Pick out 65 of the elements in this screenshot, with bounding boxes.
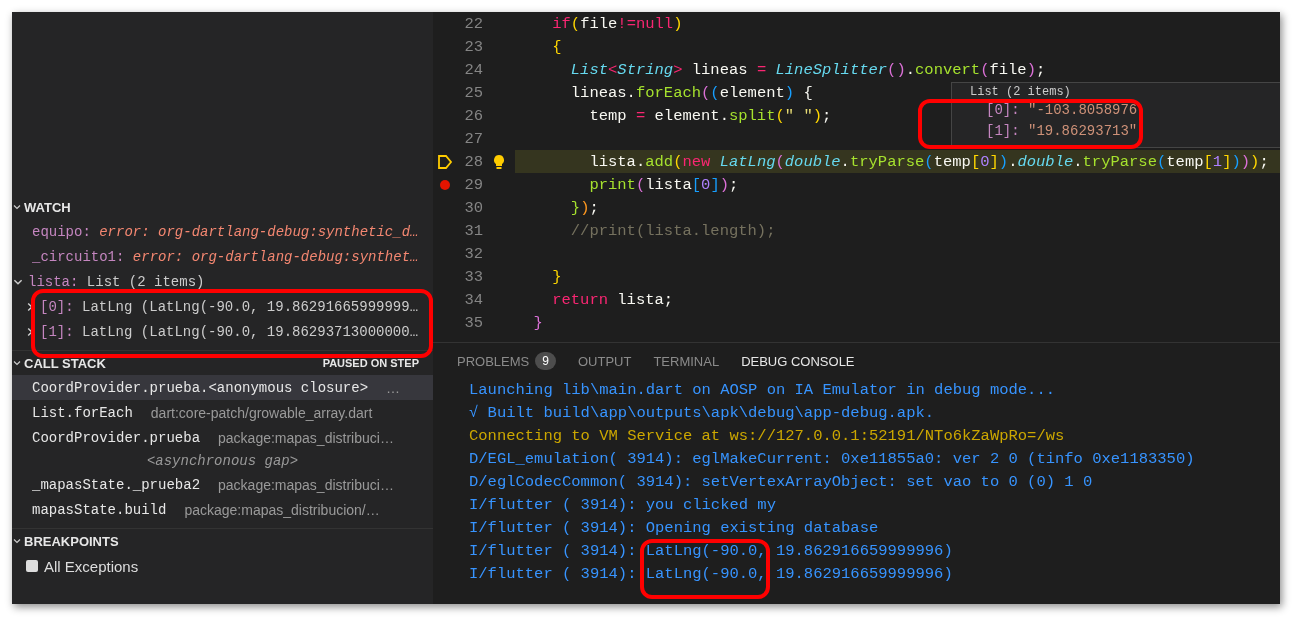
- console-line: I/flutter ( 3914): LatLng(-90.0, 19.862916659999996): [469, 541, 954, 562]
- current-line-arrow-icon: [437, 153, 453, 170]
- panel-tab[interactable]: OUTPUT: [577, 353, 632, 369]
- code-line: temp = element.split(" ");: [588, 106, 832, 125]
- console-line: I/flutter ( 3914): LatLng(-90.0, 19.862916659999996): [469, 564, 954, 585]
- code-line: print(lista[0]);: [588, 175, 739, 194]
- tooltip-entry: [1]: "19.86293713": [985, 122, 1139, 141]
- line-number: 34: [463, 290, 483, 309]
- panel-tab[interactable]: PROBLEMS 9: [457, 352, 556, 370]
- checkbox[interactable]: [26, 560, 38, 572]
- chevron-icon[interactable]: [12, 536, 22, 546]
- debug-status: PAUSED ON STEP: [322, 357, 419, 369]
- code-line: lista.add(new LatLng(double.tryParse(temp[0]).double.tryParse(temp[1])));: [588, 152, 1269, 171]
- console-line: D/eglCodecCommon( 3914): setVertexArrayObject: set vao to 0 (0) 1 0: [469, 472, 1094, 493]
- tooltip-entry: [0]: "-103.8058976: [985, 101, 1139, 120]
- code-line: }: [551, 267, 562, 286]
- stack-frame[interactable]: CoordProvider.prueba.<anonymous closure> …: [12, 375, 433, 400]
- chevron-icon[interactable]: [12, 358, 22, 368]
- watch-expression[interactable]: equipo: error: org-dartlang-debug:synthetic_d…: [32, 223, 419, 240]
- console-line: √ Built build\app\outputs\apk\debug\app-debug.apk.: [469, 403, 936, 424]
- line-number: 30: [463, 198, 483, 217]
- line-number: 26: [463, 106, 483, 125]
- code-line: return lista;: [551, 290, 674, 309]
- stack-frame[interactable]: CoordProvider.prueba package:mapas_distribuci…: [12, 425, 433, 450]
- watch-expression[interactable]: _circuito1: error: org-dartlang-debug:synthet…: [32, 248, 419, 265]
- watch-value[interactable]: [1]: LatLng (LatLng(-90.0, 19.86293713000000…: [40, 323, 419, 340]
- lightbulb-icon[interactable]: [493, 153, 505, 170]
- line-number: 28: [463, 152, 483, 171]
- code-line: if(file!=null): [551, 14, 683, 33]
- console-line: I/flutter ( 3914): Opening existing database: [469, 518, 880, 539]
- line-number: 32: [463, 244, 483, 263]
- watch-value[interactable]: [0]: LatLng (LatLng(-90.0, 19.86291665999999…: [40, 298, 419, 315]
- console-line: I/flutter ( 3914): you clicked my: [469, 495, 777, 516]
- code-line: List<String> lineas = LineSplitter().convert(file);: [569, 60, 1046, 79]
- stack-frame[interactable]: mapasState.build package:mapas_distribucion/…: [12, 497, 433, 522]
- line-number: 35: [463, 313, 483, 332]
- line-number: 23: [463, 37, 483, 56]
- line-number: 33: [463, 267, 483, 286]
- console-line: D/EGL_emulation( 3914): eglMakeCurrent: 0xe11855a0: ver 2 0 (tinfo 0xe1183350): [469, 449, 1196, 470]
- chevron-icon[interactable]: [12, 202, 22, 212]
- console-line: Launching lib\main.dart on AOSP on IA Emulator in debug mode...: [469, 380, 1056, 401]
- code-line: }: [532, 313, 543, 332]
- stack-frame[interactable]: List.forEach dart:core-patch/growable_array.dart: [12, 400, 433, 425]
- section-title[interactable]: WATCH: [24, 199, 71, 215]
- section-title[interactable]: BREAKPOINTS: [24, 533, 119, 549]
- line-number: 22: [463, 14, 483, 33]
- code-line: {: [551, 37, 562, 56]
- stack-frame[interactable]: _mapasState._prueba2 package:mapas_distribuci…: [12, 472, 433, 497]
- section-title[interactable]: CALL STACK: [24, 355, 106, 371]
- code-line: //print(lista.length);: [569, 221, 776, 240]
- line-number: 25: [463, 83, 483, 102]
- line-number: 24: [463, 60, 483, 79]
- line-number: 29: [463, 175, 483, 194]
- code-line: lineas.forEach((element) {: [569, 83, 813, 102]
- watch-expression[interactable]: lista: List (2 items): [28, 273, 205, 290]
- console-line: Connecting to VM Service at ws://127.0.0.1:52191/NTo6kZaWpRo=/ws: [469, 426, 1066, 447]
- panel-tab[interactable]: DEBUG CONSOLE: [741, 353, 855, 369]
- code-line: });: [569, 198, 599, 217]
- async-gap-label: <asynchronous gap>: [146, 453, 299, 469]
- panel-tab[interactable]: TERMINAL: [653, 353, 720, 369]
- checkbox-label[interactable]: All Exceptions: [44, 557, 139, 575]
- breakpoint-dot-icon[interactable]: [440, 179, 450, 190]
- line-number: 31: [463, 221, 483, 240]
- line-number: 27: [463, 129, 483, 148]
- tooltip-title: List (2 items): [970, 85, 1071, 100]
